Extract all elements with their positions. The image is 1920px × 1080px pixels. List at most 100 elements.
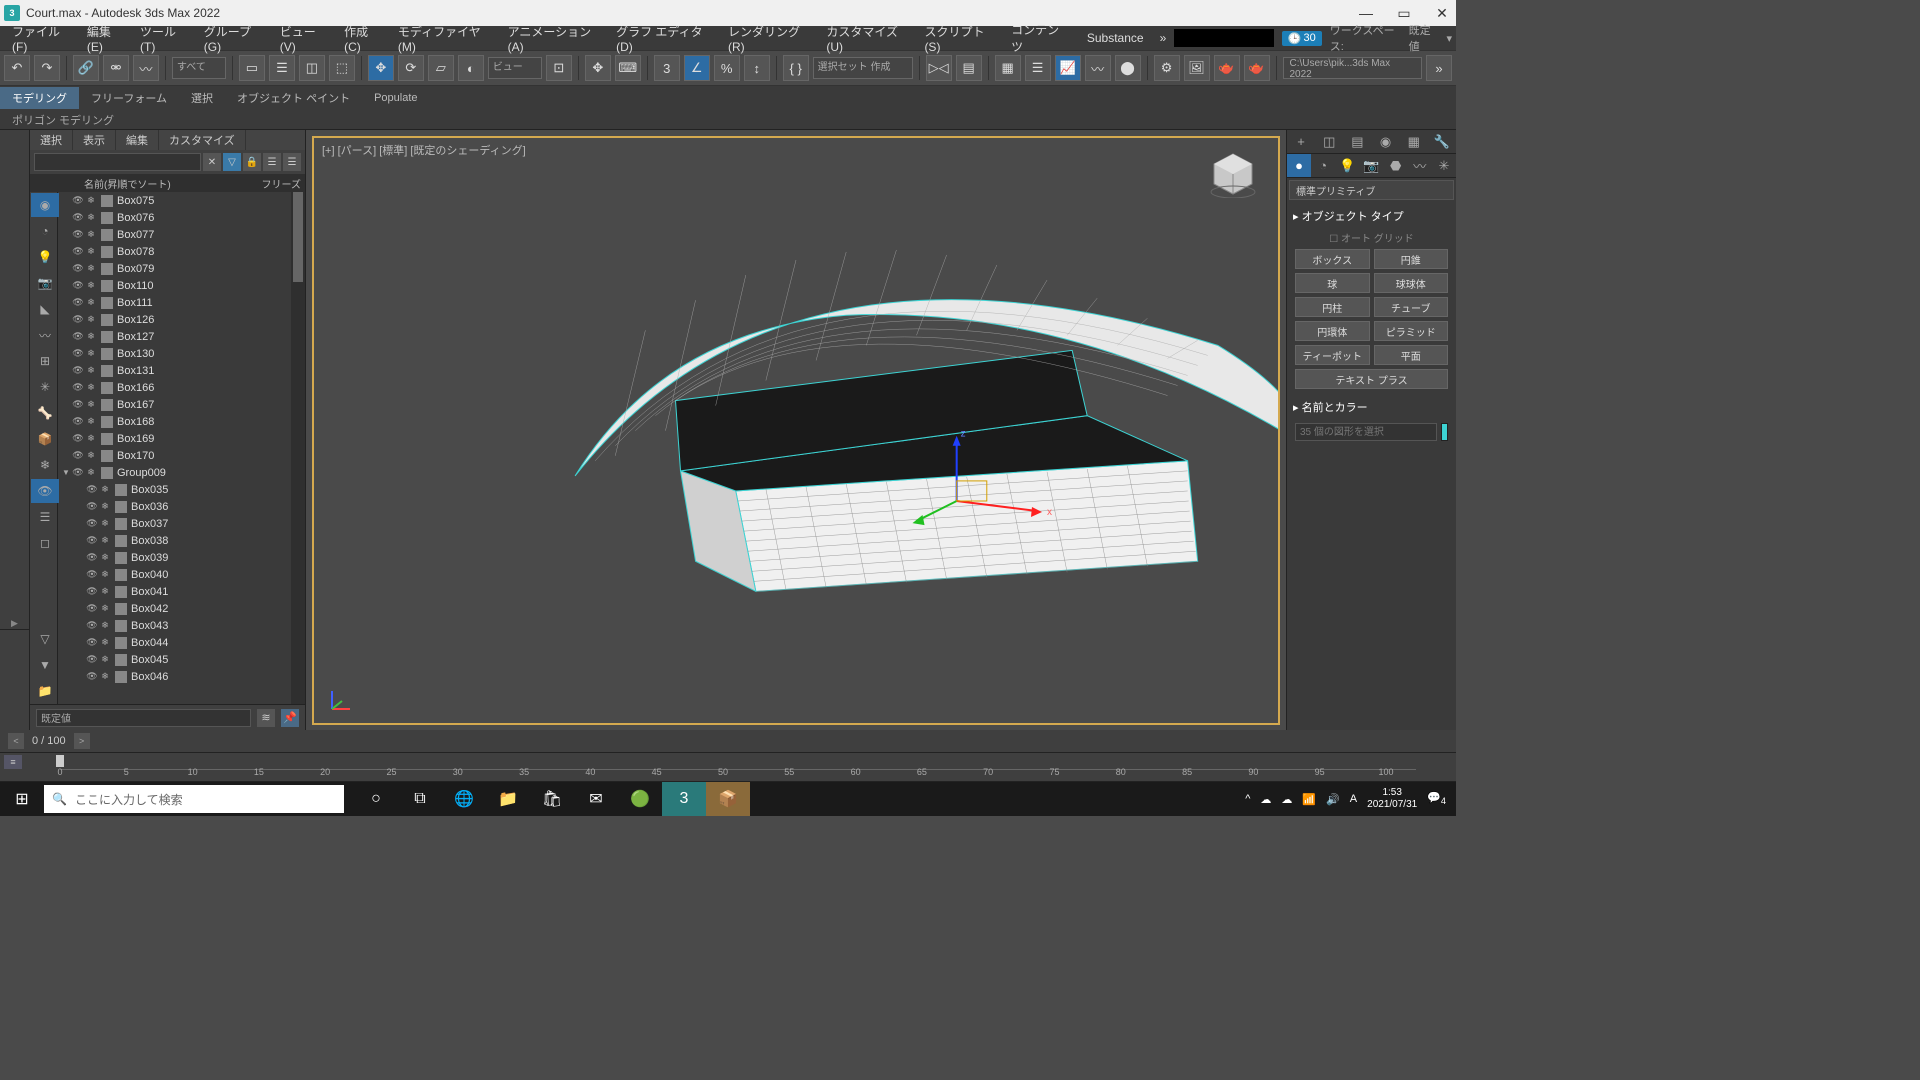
visibility-icon[interactable]: 👁 xyxy=(72,212,84,224)
freeze-icon[interactable]: ❄ xyxy=(99,501,111,513)
visibility-icon[interactable]: 👁 xyxy=(72,365,84,377)
cat-helpers-icon[interactable]: ⬣ xyxy=(1384,154,1408,177)
freeze-icon[interactable]: ❄ xyxy=(99,637,111,649)
btn-plane[interactable]: 平面 xyxy=(1374,345,1449,365)
spinner-snap-button[interactable]: ↕ xyxy=(744,55,770,81)
filter-hidden-icon[interactable]: 👁 xyxy=(31,479,59,503)
visibility-icon[interactable]: 👁 xyxy=(72,263,84,275)
visibility-icon[interactable]: 👁 xyxy=(72,195,84,207)
btn-torus[interactable]: 円環体 xyxy=(1295,321,1370,341)
filter-light-icon[interactable]: 💡 xyxy=(31,245,59,269)
visibility-icon[interactable]: 👁 xyxy=(86,620,98,632)
scene-item-Box126[interactable]: 👁❄Box126 xyxy=(58,311,305,328)
tray-wifi-icon[interactable]: 📶 xyxy=(1302,793,1316,806)
scene-search-filter[interactable]: ▽ xyxy=(223,153,241,171)
ribbon-tab-modeling[interactable]: モデリング xyxy=(0,87,79,109)
signin-area[interactable] xyxy=(1174,29,1274,47)
freeze-icon[interactable]: ❄ xyxy=(85,263,97,275)
layers-icon[interactable]: ≋ xyxy=(257,709,275,727)
filter-bone-icon[interactable]: 🦴 xyxy=(31,401,59,425)
angle-snap-button[interactable]: ∠ xyxy=(684,55,710,81)
visibility-icon[interactable]: 👁 xyxy=(72,297,84,309)
tab-display-icon[interactable]: ▦ xyxy=(1400,130,1428,153)
filter-helper-icon[interactable]: ◣ xyxy=(31,297,59,321)
scene-item-Box166[interactable]: 👁❄Box166 xyxy=(58,379,305,396)
scene-item-Box043[interactable]: 👁❄Box043 xyxy=(58,617,305,634)
scene-item-Box127[interactable]: 👁❄Box127 xyxy=(58,328,305,345)
visibility-icon[interactable]: 👁 xyxy=(86,671,98,683)
scene-item-Box035[interactable]: 👁❄Box035 xyxy=(58,481,305,498)
freeze-icon[interactable]: ❄ xyxy=(85,399,97,411)
time-next[interactable]: > xyxy=(74,733,90,749)
scene-item-Box111[interactable]: 👁❄Box111 xyxy=(58,294,305,311)
tab-hierarchy-icon[interactable]: ▤ xyxy=(1343,130,1371,153)
ribbon-tab-populate[interactable]: Populate xyxy=(362,89,429,107)
ribbon-tab-freeform[interactable]: フリーフォーム xyxy=(79,87,179,109)
tray-clock[interactable]: 1:532021/07/31 xyxy=(1367,787,1417,811)
scene-item-Box130[interactable]: 👁❄Box130 xyxy=(58,345,305,362)
scene-tool1[interactable]: ☰ xyxy=(263,153,281,171)
freeze-icon[interactable]: ❄ xyxy=(85,297,97,309)
filter-container-icon[interactable]: 📦 xyxy=(31,427,59,451)
btn-cone[interactable]: 円錐 xyxy=(1374,249,1449,269)
scene-item-Box110[interactable]: 👁❄Box110 xyxy=(58,277,305,294)
visibility-icon[interactable]: 👁 xyxy=(86,552,98,564)
visibility-icon[interactable]: 👁 xyxy=(72,314,84,326)
start-button[interactable]: ⊞ xyxy=(0,782,44,816)
visibility-icon[interactable]: 👁 xyxy=(72,450,84,462)
curve-editor-button[interactable]: 📈 xyxy=(1055,55,1081,81)
time-playhead[interactable] xyxy=(56,755,64,767)
scene-tab-select[interactable]: 選択 xyxy=(30,130,73,150)
task-cortana-icon[interactable]: ○ xyxy=(354,782,398,816)
filter-warp-icon[interactable]: 〰 xyxy=(31,323,59,347)
freeze-icon[interactable]: ❄ xyxy=(85,314,97,326)
object-type-header[interactable]: ▸ オブジェクト タイプ xyxy=(1291,204,1452,228)
scene-item-Box046[interactable]: 👁❄Box046 xyxy=(58,668,305,685)
minimize-button[interactable]: — xyxy=(1356,3,1376,23)
visibility-icon[interactable]: 👁 xyxy=(86,654,98,666)
scene-item-Box038[interactable]: 👁❄Box038 xyxy=(58,532,305,549)
bind-button[interactable]: 〰 xyxy=(133,55,159,81)
btn-geosphere[interactable]: 球球体 xyxy=(1374,273,1449,293)
menu-overflow[interactable]: » xyxy=(1152,29,1175,47)
task-store-icon[interactable]: 🛍 xyxy=(530,782,574,816)
btn-sphere[interactable]: 球 xyxy=(1295,273,1370,293)
scene-item-Box131[interactable]: 👁❄Box131 xyxy=(58,362,305,379)
visibility-icon[interactable]: 👁 xyxy=(72,467,84,479)
cat-lights-icon[interactable]: 💡 xyxy=(1335,154,1359,177)
menu-tools[interactable]: ツール(T) xyxy=(132,21,196,56)
link-button[interactable]: 🔗 xyxy=(73,55,99,81)
scene-tab-edit[interactable]: 編集 xyxy=(116,130,159,150)
freeze-icon[interactable]: ❄ xyxy=(85,467,97,479)
scene-sort-label[interactable]: 名前(昇順でソート) xyxy=(34,176,262,191)
filter-invert-icon[interactable]: ▽ xyxy=(31,627,59,651)
selection-set-input[interactable] xyxy=(36,709,251,727)
scene-item-Box042[interactable]: 👁❄Box042 xyxy=(58,600,305,617)
visibility-icon[interactable]: 👁 xyxy=(72,433,84,445)
align-button[interactable]: ▤ xyxy=(956,55,982,81)
editnamed-button[interactable]: { } xyxy=(783,55,809,81)
scene-item-Box075[interactable]: 👁❄Box075 xyxy=(58,192,305,209)
menu-file[interactable]: ファイル(F) xyxy=(4,21,79,56)
visibility-icon[interactable]: 👁 xyxy=(72,229,84,241)
ribbon-tab-objectpaint[interactable]: オブジェクト ペイント xyxy=(225,87,362,109)
visibility-icon[interactable]: 👁 xyxy=(86,535,98,547)
pin-icon[interactable]: 📌 xyxy=(281,709,299,727)
redo-button[interactable]: ↷ xyxy=(34,55,60,81)
scene-scrollbar[interactable] xyxy=(291,192,305,704)
move-button[interactable]: ✥ xyxy=(368,55,394,81)
name-color-header[interactable]: ▸ 名前とカラー xyxy=(1291,395,1452,419)
layer-button[interactable]: ▦ xyxy=(995,55,1021,81)
filter-group-icon[interactable]: ⊞ xyxy=(31,349,59,373)
menu-content[interactable]: コンテンツ xyxy=(1003,19,1075,57)
freeze-icon[interactable]: ❄ xyxy=(99,569,111,581)
freeze-icon[interactable]: ❄ xyxy=(99,552,111,564)
task-taskview-icon[interactable]: ⧉ xyxy=(398,782,442,816)
ribbon-panel-label[interactable]: ポリゴン モデリング xyxy=(0,110,1456,130)
menu-edit[interactable]: 編集(E) xyxy=(79,21,132,56)
render-last-button[interactable]: 🫖 xyxy=(1244,55,1270,81)
freeze-icon[interactable]: ❄ xyxy=(99,535,111,547)
tray-volume-icon[interactable]: 🔊 xyxy=(1326,793,1340,806)
freeze-icon[interactable]: ❄ xyxy=(85,331,97,343)
visibility-icon[interactable]: 👁 xyxy=(86,637,98,649)
